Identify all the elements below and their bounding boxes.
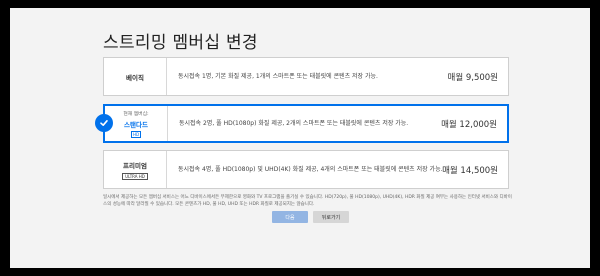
back-button[interactable]: 뒤로가기 (313, 211, 349, 223)
plan-name-cell: 베이직 (104, 58, 167, 95)
plan-description: 동시접속 1명, 기본 화질 제공, 1개의 스마트폰 또는 태블릿에 콘텐츠 … (178, 73, 378, 80)
plan-description: 동시접속 2명, 풀 HD(1080p) 화질 제공, 2개의 스마트폰 또는 … (179, 120, 409, 127)
hd-badge: HD (130, 130, 142, 138)
plan-price: 매월 14,500원 (442, 165, 498, 176)
plan-option-basic[interactable]: 베이직 동시접속 1명, 기본 화질 제공, 1개의 스마트폰 또는 태블릿에 … (103, 57, 509, 96)
plan-name-cell: 현재 멤버십: 스탠다드 HD (105, 106, 168, 141)
plan-option-standard[interactable]: 현재 멤버십: 스탠다드 HD 동시접속 2명, 풀 HD(1080p) 화질 … (95, 104, 509, 143)
change-membership-dialog: 스트리밍 멤버십 변경 베이직 동시접속 1명, 기본 화질 제공, 1개의 스… (10, 8, 590, 268)
plan-option-premium[interactable]: 프리미엄 ULTRA HD 동시접속 4명, 풀 HD(1080p) 및 UHD… (103, 150, 509, 189)
plan-name: 베이직 (126, 73, 144, 82)
next-button[interactable]: 다음 (272, 211, 308, 223)
plan-price: 매월 12,000원 (441, 119, 497, 130)
plan-name: 스탠다드 (124, 120, 148, 129)
plan-price: 매월 9,500원 (447, 72, 499, 83)
plan-name-cell: 프리미엄 ULTRA HD (104, 151, 167, 188)
plan-name: 프리미엄 (123, 161, 147, 170)
ultra-hd-badge: ULTRA HD (122, 172, 148, 180)
current-plan-badge: 현재 멤버십: (123, 111, 149, 117)
page-title: 스트리밍 멤버십 변경 (103, 33, 258, 53)
membership-notice: 일시에서 제공하는 모든 멤버십 서비스는 어느 디바이스에서든 무제한으로 영… (103, 195, 512, 207)
plan-description: 동시접속 4명, 풀 HD(1080p) 및 UHD(4K) 화질 제공, 4개… (178, 166, 443, 173)
